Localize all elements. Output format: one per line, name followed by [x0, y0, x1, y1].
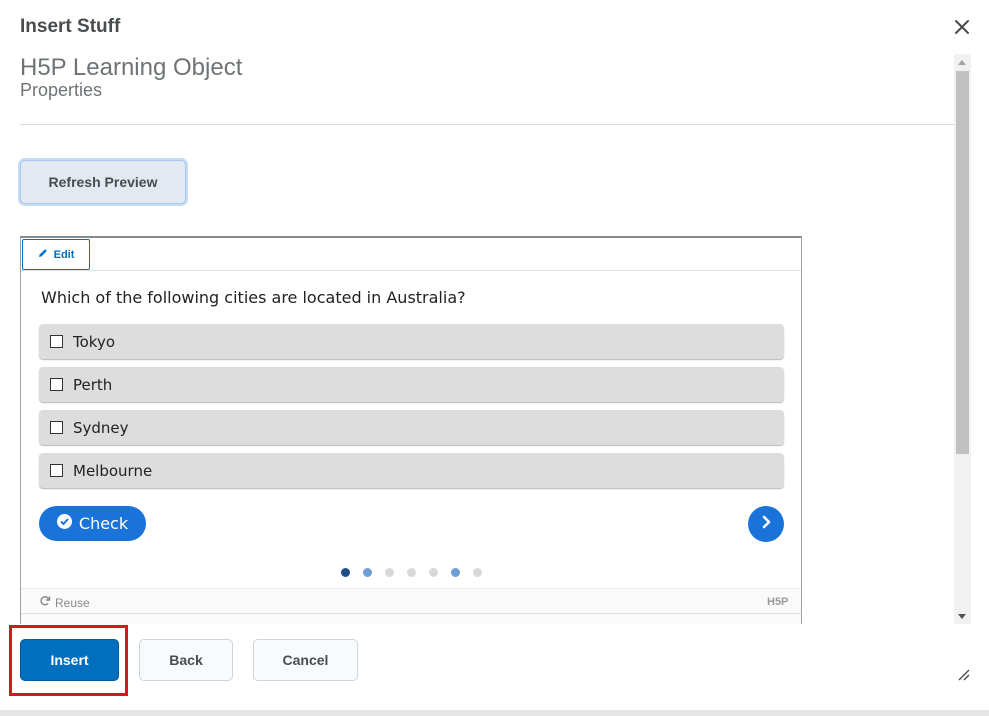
window-bottom-edge	[0, 710, 989, 716]
reuse-button[interactable]: Reuse	[39, 595, 90, 610]
cancel-button[interactable]: Cancel	[253, 639, 358, 681]
edit-bar: Edit	[21, 238, 801, 271]
refresh-preview-button[interactable]: Refresh Preview	[20, 160, 186, 204]
divider	[21, 613, 801, 614]
answer-option-tokyo[interactable]: Tokyo	[39, 324, 784, 359]
checkbox[interactable]	[50, 378, 63, 391]
checkbox[interactable]	[50, 421, 63, 434]
pager-dot-1[interactable]	[341, 568, 350, 577]
close-icon[interactable]	[951, 16, 973, 38]
reuse-label: Reuse	[55, 595, 90, 610]
resize-handle-icon[interactable]	[956, 667, 970, 681]
refresh-icon	[39, 595, 51, 610]
pager-dot-2[interactable]	[363, 568, 372, 577]
pager-dot-5[interactable]	[429, 568, 438, 577]
edit-button[interactable]: Edit	[22, 239, 90, 270]
option-label: Tokyo	[73, 332, 115, 351]
option-label: Melbourne	[73, 461, 153, 480]
answer-option-perth[interactable]: Perth	[39, 367, 784, 402]
page-title: H5P Learning Object	[20, 54, 243, 81]
check-button[interactable]: Check	[39, 506, 146, 541]
divider	[20, 124, 955, 125]
back-button[interactable]: Back	[139, 639, 233, 681]
checkbox[interactable]	[50, 335, 63, 348]
page-subtitle: Properties	[20, 80, 103, 100]
pencil-icon	[38, 248, 48, 261]
dialog-body: H5P Learning Object Properties Refresh P…	[0, 54, 972, 624]
h5p-logo: H5P	[767, 596, 789, 608]
check-label: Check	[78, 514, 129, 533]
scroll-up-icon[interactable]	[958, 60, 966, 65]
dialog-title: Insert Stuff	[20, 16, 121, 37]
option-label: Sydney	[73, 418, 129, 437]
insert-stuff-dialog: Insert Stuff H5P Learning Object Propert…	[0, 0, 989, 712]
h5p-preview-frame: Edit Which of the following cities are l…	[20, 236, 802, 624]
pager-dot-3[interactable]	[385, 568, 394, 577]
pager-dot-4[interactable]	[407, 568, 416, 577]
question-text: Which of the following cities are locate…	[41, 288, 466, 307]
check-circle-icon	[56, 514, 72, 533]
chevron-right-icon	[759, 515, 773, 534]
answer-option-sydney[interactable]: Sydney	[39, 410, 784, 445]
vertical-scrollbar[interactable]	[954, 54, 971, 624]
pager-dot-6[interactable]	[451, 568, 460, 577]
next-button[interactable]	[748, 506, 784, 542]
answer-option-melbourne[interactable]: Melbourne	[39, 453, 784, 488]
h5p-footer: Reuse H5P	[21, 588, 801, 624]
scrollbar-thumb[interactable]	[956, 71, 969, 454]
edit-label: Edit	[53, 248, 75, 261]
pager-dot-7[interactable]	[473, 568, 482, 577]
checkbox[interactable]	[50, 464, 63, 477]
scroll-down-icon[interactable]	[958, 614, 966, 619]
slide-pager	[341, 568, 482, 577]
insert-button[interactable]: Insert	[20, 639, 119, 681]
option-label: Perth	[73, 375, 113, 394]
